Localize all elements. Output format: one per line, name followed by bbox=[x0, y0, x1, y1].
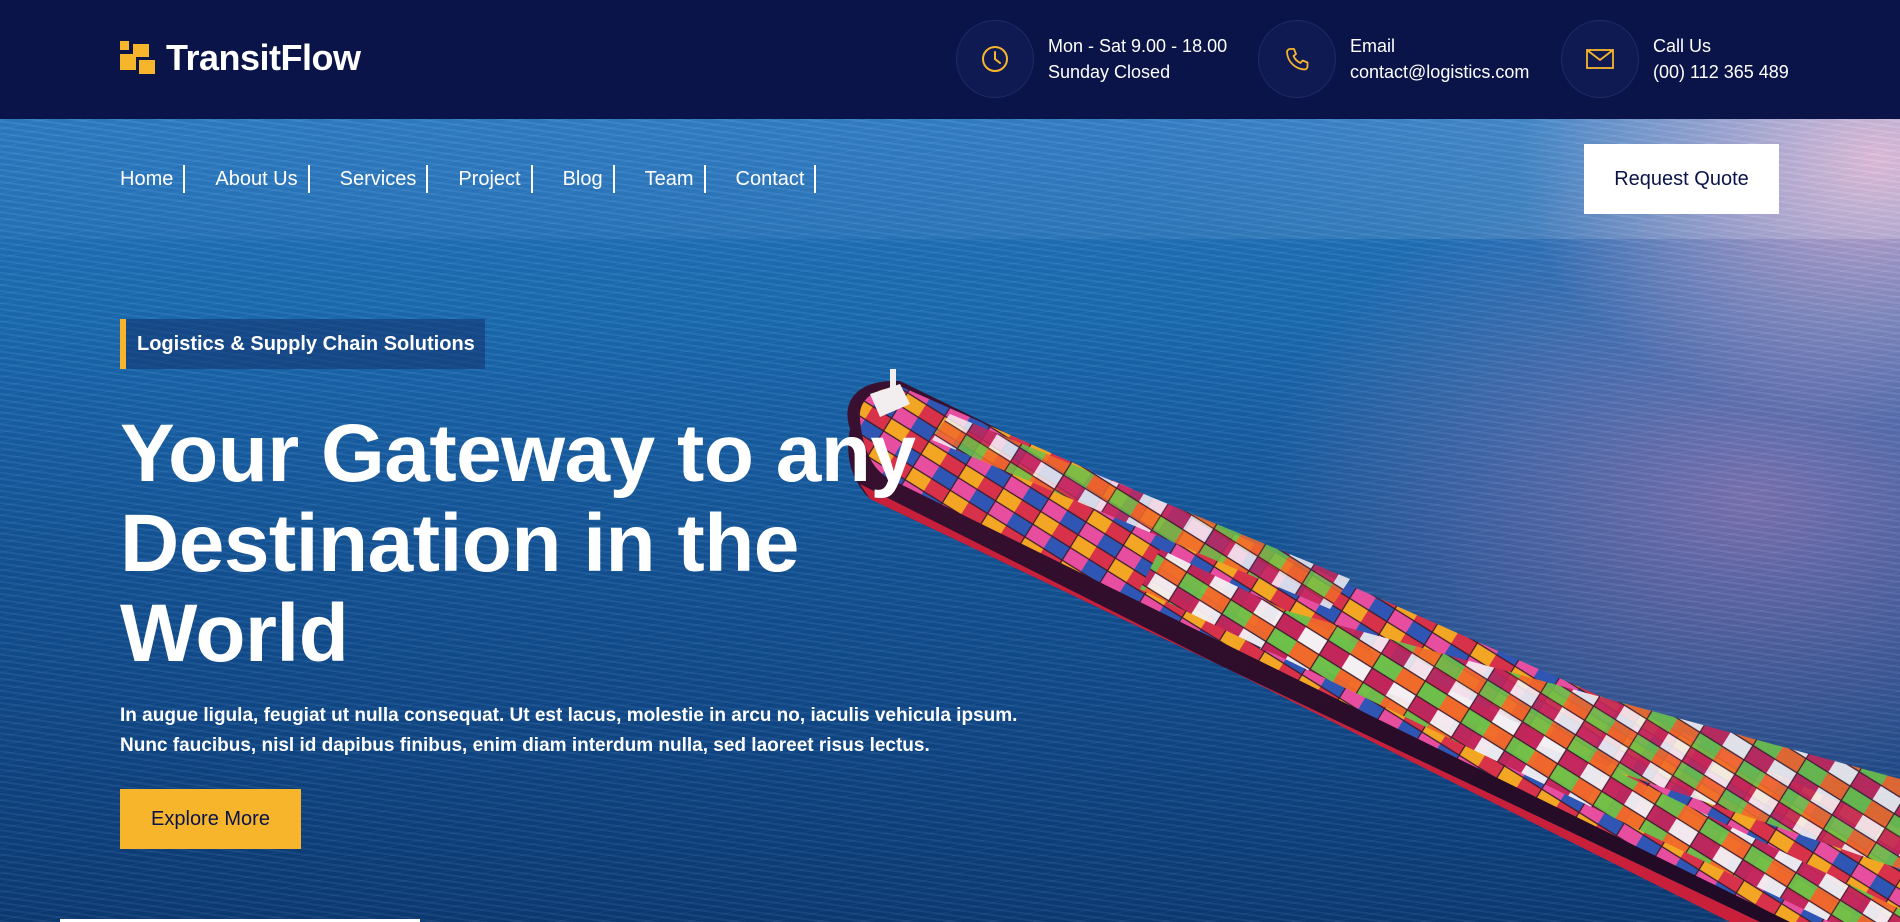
nav-about-us[interactable]: About Us bbox=[215, 165, 310, 193]
hours-line-2: Sunday Closed bbox=[1048, 62, 1171, 82]
request-quote-button[interactable]: Request Quote bbox=[1584, 144, 1779, 214]
nav-team[interactable]: Team bbox=[645, 165, 706, 193]
logo-mark-icon bbox=[120, 41, 156, 75]
nav-contact[interactable]: Contact bbox=[736, 165, 817, 193]
headline-line-1: Your Gateway to any bbox=[120, 408, 916, 499]
hours-line-1: Mon - Sat 9.00 - 18.00 bbox=[1048, 36, 1228, 56]
description-line-2: Nunc faucibus, nisl id dapibus finibus, … bbox=[120, 735, 930, 756]
hero-section: Home About Us Services Project Blog Team… bbox=[0, 119, 1900, 922]
phone-icon bbox=[1258, 20, 1336, 98]
hero-headline: Your Gateway to any Destination in the W… bbox=[120, 409, 1020, 679]
nav-blog[interactable]: Blog bbox=[563, 165, 615, 193]
nav-project[interactable]: Project bbox=[458, 165, 533, 193]
email-info: Email contact@logistics.com bbox=[1258, 20, 1529, 98]
description-line-1: In augue ligula, feugiat ut nulla conseq… bbox=[120, 705, 1018, 726]
top-header: TransitFlow Mon - Sat 9.00 - 18.00 Sunda… bbox=[0, 0, 1900, 119]
mail-icon bbox=[1561, 20, 1639, 98]
nav-services[interactable]: Services bbox=[340, 165, 429, 193]
phone-label: Call Us bbox=[1653, 36, 1712, 56]
email-address[interactable]: contact@logistics.com bbox=[1350, 59, 1529, 85]
main-nav: Home About Us Services Project Blog Team… bbox=[120, 164, 817, 194]
hero-tagline: Logistics & Supply Chain Solutions bbox=[120, 319, 485, 369]
phone-number[interactable]: (00) 112 365 489 bbox=[1653, 59, 1789, 85]
nav-home[interactable]: Home bbox=[120, 165, 186, 193]
landing-page: TransitFlow Mon - Sat 9.00 - 18.00 Sunda… bbox=[0, 0, 1900, 922]
phone-info: Call Us (00) 112 365 489 bbox=[1561, 20, 1789, 98]
hours-info: Mon - Sat 9.00 - 18.00 Sunday Closed bbox=[956, 20, 1227, 98]
headline-line-2: Destination in the bbox=[120, 498, 799, 589]
brand-name: TransitFlow bbox=[166, 37, 361, 78]
brand-logo[interactable]: TransitFlow bbox=[120, 37, 361, 78]
clock-icon bbox=[956, 20, 1034, 98]
headline-line-3: World bbox=[120, 588, 349, 679]
email-label: Email bbox=[1350, 36, 1396, 56]
hero-description: In augue ligula, feugiat ut nulla conseq… bbox=[120, 701, 1060, 761]
explore-more-button[interactable]: Explore More bbox=[120, 789, 301, 849]
